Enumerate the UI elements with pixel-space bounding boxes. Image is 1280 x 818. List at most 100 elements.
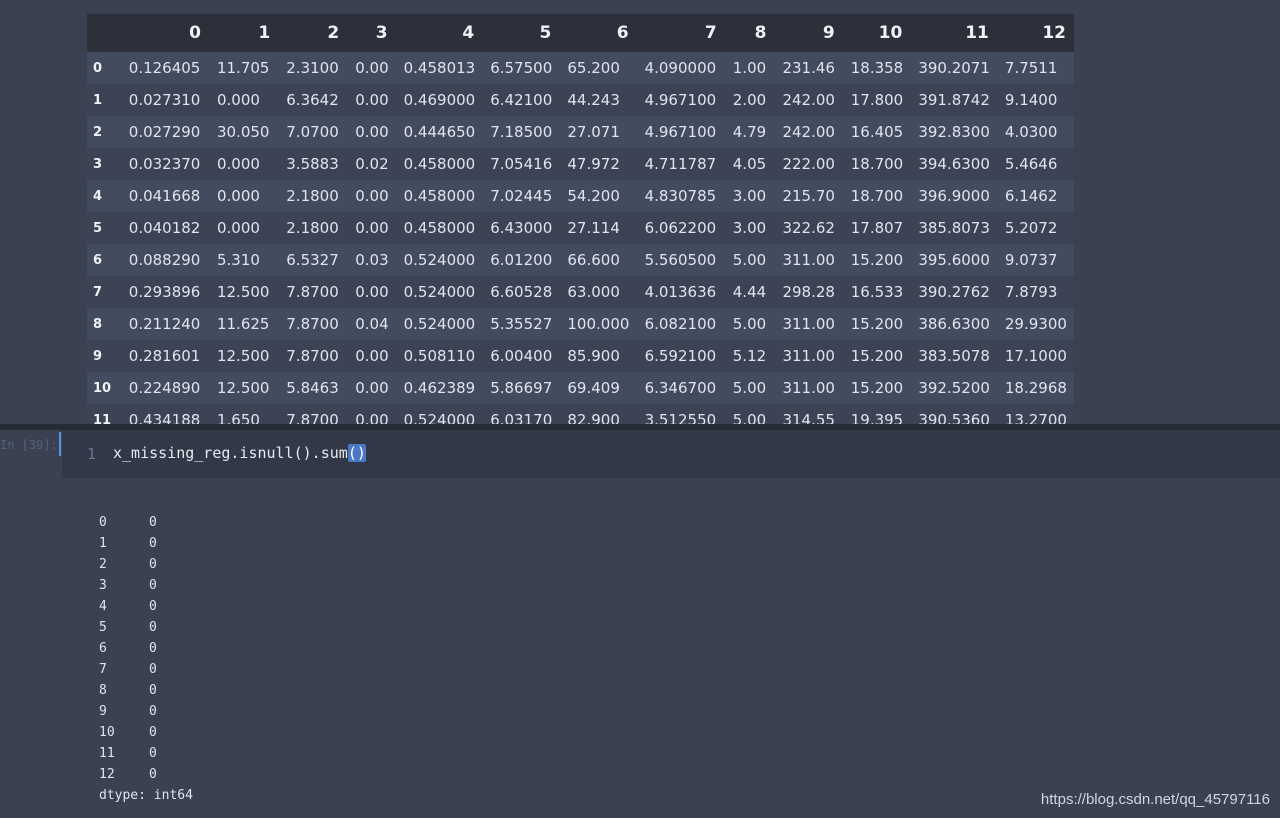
table-cell: 6.60528 [490, 283, 553, 301]
series-line: 50 [99, 617, 193, 638]
table-cell: 54.200 [567, 187, 620, 205]
table-cell: 17.800 [850, 91, 904, 109]
series-index: 12 [99, 767, 115, 782]
table-row: 1 0.027310 0.000 6.3642 0.00 0.469000 6.42100 4… [87, 84, 1074, 116]
series-value: 0 [149, 704, 157, 719]
table-cell: 6.5327 [286, 251, 339, 269]
series-value: 0 [149, 641, 157, 656]
table-cell: 7.8793 [1004, 283, 1058, 301]
code-editor[interactable]: 1 x_missing_reg.isnull().sum() [62, 430, 1280, 478]
table-cell: 386.6300 [918, 315, 990, 333]
table-cell: 396.9000 [918, 187, 990, 205]
series-line: 40 [99, 596, 193, 617]
series-index: 5 [99, 620, 107, 635]
code-line[interactable]: x_missing_reg.isnull().sum() [113, 444, 366, 462]
table-cell: 0.524000 [403, 283, 476, 301]
table-cell: 0.027310 [128, 91, 201, 109]
table-cell: 0.00 [355, 283, 389, 301]
table-row: 9 0.281601 12.500 7.8700 0.00 0.508110 6.00400… [87, 340, 1074, 372]
table-cell: 5.86697 [490, 379, 553, 397]
table-cell: 0.000 [216, 219, 260, 237]
table-cell: 29.9300 [1004, 315, 1067, 333]
table-cell: 0.00 [355, 219, 389, 237]
table-cell: 3.00 [732, 187, 767, 205]
series-index: 7 [99, 662, 107, 677]
code-text: x_missing_reg.isnull().sum [113, 444, 348, 462]
table-cell: 15.200 [850, 315, 904, 333]
series-value: 0 [149, 557, 157, 572]
table-cell: 19.395 [850, 411, 904, 424]
table-cell: 0.224890 [128, 379, 201, 397]
matched-paren-highlight: () [347, 444, 366, 462]
column-header: 7 [704, 23, 717, 43]
table-cell: 242.00 [782, 91, 835, 109]
table-cell: 0.00 [355, 379, 389, 397]
table-cell: 7.05416 [490, 155, 553, 173]
series-value: 0 [149, 767, 157, 782]
table-cell: 7.8700 [286, 315, 339, 333]
series-line: 80 [99, 680, 193, 701]
table-row: 5 0.040182 0.000 2.1800 0.00 0.458000 6.43000 2… [87, 212, 1074, 244]
table-cell: 65.200 [567, 59, 620, 77]
table-cell: 0.508110 [403, 347, 476, 365]
row-index: 2 [93, 124, 103, 140]
table-cell: 18.700 [850, 187, 904, 205]
table-cell: 15.200 [850, 251, 904, 269]
table-cell: 11.625 [216, 315, 270, 333]
table-cell: 0.434188 [128, 411, 201, 424]
table-cell: 7.8700 [286, 347, 339, 365]
series-value: 0 [149, 599, 157, 614]
series-value: 0 [149, 662, 157, 677]
table-header-row: 0 1 2 3 4 5 6 7 8 9 10 11 12 [87, 14, 1074, 52]
table-cell: 4.967100 [644, 123, 717, 141]
table-cell: 7.02445 [490, 187, 553, 205]
table-cell: 2.3100 [286, 59, 339, 77]
table-cell: 3.512550 [644, 411, 717, 424]
series-value: 0 [149, 536, 157, 551]
table-cell: 6.57500 [490, 59, 553, 77]
table-row: 11 0.434188 1.650 7.8700 0.00 0.524000 6.03170… [87, 404, 1074, 424]
dtype-line: dtype: int64 [99, 788, 193, 803]
table-cell: 0.000 [216, 155, 260, 173]
table-cell: 5.00 [732, 251, 767, 269]
table-row: 8 0.211240 11.625 7.8700 0.04 0.524000 5.35527… [87, 308, 1074, 340]
table-cell: 390.5360 [918, 411, 990, 424]
table-cell: 0.027290 [128, 123, 201, 141]
series-line: 60 [99, 638, 193, 659]
table-row: 10 0.224890 12.500 5.8463 0.00 0.462389 5.8669… [87, 372, 1074, 404]
table-cell: 5.8463 [286, 379, 339, 397]
code-cell[interactable]: In [39]: 1 x_missing_reg.isnull().sum() [0, 430, 1280, 478]
active-cell-indicator [59, 432, 61, 456]
table-cell: 82.900 [567, 411, 620, 424]
table-cell: 7.8700 [286, 411, 339, 424]
table-cell: 6.42100 [490, 91, 553, 109]
column-header: 6 [616, 23, 629, 43]
table-cell: 5.4646 [1004, 155, 1058, 173]
table-cell: 4.830785 [644, 187, 717, 205]
table-cell: 18.700 [850, 155, 904, 173]
column-header: 9 [822, 23, 835, 43]
table-cell: 0.088290 [128, 251, 201, 269]
table-cell: 17.1000 [1004, 347, 1067, 365]
table-cell: 18.2968 [1004, 379, 1067, 397]
row-index: 0 [93, 60, 103, 76]
table-cell: 18.358 [850, 59, 904, 77]
table-row: 2 0.027290 30.050 7.0700 0.00 0.444650 7.18500… [87, 116, 1074, 148]
table-cell: 66.600 [567, 251, 620, 269]
table-cell: 0.524000 [403, 411, 476, 424]
table-cell: 4.090000 [644, 59, 717, 77]
table-cell: 311.00 [782, 251, 835, 269]
dataframe-output[interactable]: 0 1 2 3 4 5 6 7 8 9 10 11 12 0 0.126405 11… [87, 14, 1074, 424]
row-index: 10 [93, 380, 112, 396]
table-cell: 0.126405 [128, 59, 201, 77]
series-line: 12 0 [99, 764, 193, 785]
column-header: 5 [539, 23, 552, 43]
table-cell: 4.79 [732, 123, 767, 141]
table-cell: 231.46 [782, 59, 835, 77]
table-cell: 390.2762 [918, 283, 990, 301]
column-header: 0 [189, 23, 201, 43]
table-cell: 30.050 [216, 123, 270, 141]
table-cell: 394.6300 [918, 155, 990, 173]
column-header: 8 [754, 23, 767, 43]
table-cell: 4.44 [732, 283, 767, 301]
